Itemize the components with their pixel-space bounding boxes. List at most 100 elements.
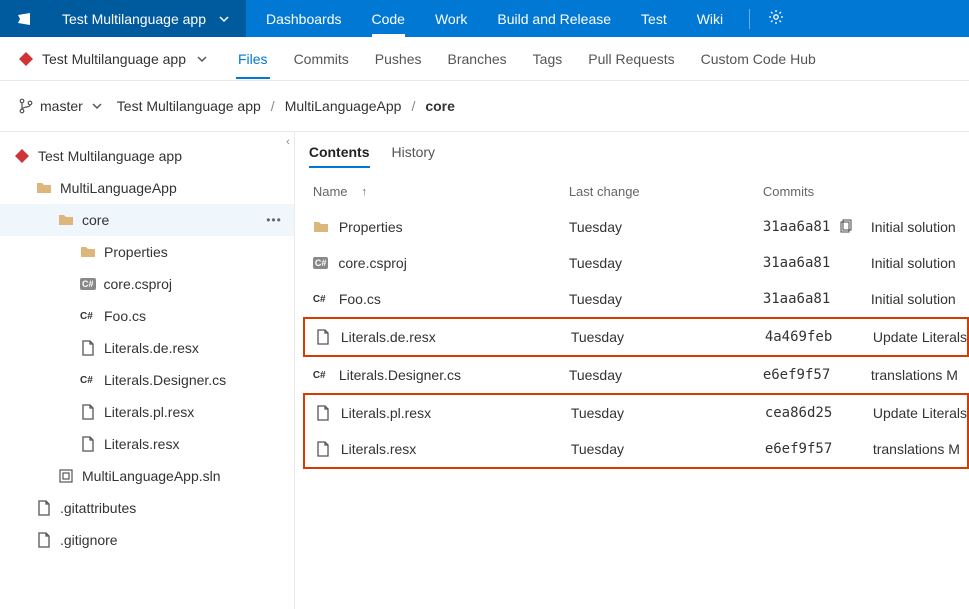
diamond-icon xyxy=(14,148,30,164)
file-icon xyxy=(315,329,331,345)
tree-item[interactable]: Literals.de.resx xyxy=(0,332,294,364)
table-row[interactable]: Literals.pl.resxTuesdaycea86d25Update Li… xyxy=(309,395,967,431)
chevron-down-icon xyxy=(216,11,232,27)
tree-item[interactable]: core ••• xyxy=(0,204,294,236)
file-name: core.csproj xyxy=(338,255,406,271)
branch-picker[interactable]: master xyxy=(18,98,105,114)
tree-item-label: core.csproj xyxy=(104,276,172,292)
column-header-commits[interactable]: Commits xyxy=(763,184,871,199)
commit-hash[interactable]: e6ef9f57 xyxy=(763,367,830,383)
file-icon xyxy=(80,404,96,420)
tree-item[interactable]: MultiLanguageApp.sln xyxy=(0,460,294,492)
csharp-icon: C# xyxy=(313,370,329,381)
file-icon xyxy=(80,340,96,356)
breadcrumb-separator: / xyxy=(269,98,277,114)
commit-hash[interactable]: 31aa6a81 xyxy=(763,219,830,235)
commit-hash[interactable]: 4a469feb xyxy=(765,329,832,345)
top-divider xyxy=(749,9,750,29)
file-name: Properties xyxy=(339,219,403,235)
column-header-change[interactable]: Last change xyxy=(569,184,763,199)
solution-icon xyxy=(58,468,74,484)
copy-icon[interactable] xyxy=(838,219,854,235)
table-row[interactable]: C#Foo.csTuesday31aa6a81Initial solution xyxy=(307,281,969,317)
tree-item[interactable]: Test Multilanguage app xyxy=(0,140,294,172)
top-tab-wiki[interactable]: Wiki xyxy=(697,0,723,37)
last-change: Tuesday xyxy=(569,255,763,271)
table-row[interactable]: C#core.csprojTuesday31aa6a81Initial solu… xyxy=(307,245,969,281)
code-sub-nav: Test Multilanguage app Files Commits Pushe… xyxy=(0,37,969,81)
commit-hash[interactable]: 31aa6a81 xyxy=(763,255,830,271)
top-tab-test[interactable]: Test xyxy=(641,0,667,37)
sub-tab-files[interactable]: Files xyxy=(236,39,270,79)
table-row[interactable]: C#Literals.Designer.csTuesdaye6ef9f57tra… xyxy=(307,357,969,393)
file-icon xyxy=(80,436,96,452)
content-tab-history[interactable]: History xyxy=(392,144,436,168)
tree-item[interactable]: C#Foo.cs xyxy=(0,300,294,332)
folder-icon xyxy=(80,244,96,260)
commit-hash[interactable]: 31aa6a81 xyxy=(763,291,830,307)
column-header-name[interactable]: Name↑ xyxy=(313,184,569,199)
top-tab-work[interactable]: Work xyxy=(435,0,467,37)
project-switcher[interactable]: Test Multilanguage app xyxy=(48,0,246,37)
file-icon xyxy=(315,441,331,457)
csharp-icon: C# xyxy=(80,375,96,386)
project-dropdown[interactable]: Test Multilanguage app xyxy=(18,51,210,67)
file-icon xyxy=(36,532,52,548)
tree-item[interactable]: .gitattributes xyxy=(0,492,294,524)
file-name: Literals.pl.resx xyxy=(341,405,431,421)
tree-item-label: MultiLanguageApp.sln xyxy=(82,468,221,484)
folder-icon xyxy=(313,219,329,235)
branch-name: master xyxy=(40,98,83,114)
commit-hash[interactable]: cea86d25 xyxy=(765,405,832,421)
last-change: Tuesday xyxy=(569,367,763,383)
tree-item-label: Properties xyxy=(104,244,168,260)
commit-message: Initial solution xyxy=(871,219,969,235)
sub-tab-branches[interactable]: Branches xyxy=(446,39,509,79)
breadcrumb-item[interactable]: MultiLanguageApp xyxy=(285,98,402,114)
breadcrumb-separator: / xyxy=(409,98,417,114)
sub-tab-pushes[interactable]: Pushes xyxy=(373,39,424,79)
tree-item-label: Literals.Designer.cs xyxy=(104,372,226,388)
csproj-icon: C# xyxy=(80,278,96,290)
project-name-sub: Test Multilanguage app xyxy=(42,51,186,67)
tree-item[interactable]: .gitignore xyxy=(0,524,294,556)
last-change: Tuesday xyxy=(569,291,763,307)
file-name: Literals.de.resx xyxy=(341,329,436,345)
top-tab-build-and-release[interactable]: Build and Release xyxy=(497,0,611,37)
tree-item[interactable]: Properties xyxy=(0,236,294,268)
more-actions-icon[interactable]: ••• xyxy=(266,213,282,227)
breadcrumb-item[interactable]: Test Multilanguage app xyxy=(117,98,261,114)
sort-asc-icon: ↑ xyxy=(362,186,368,198)
sub-tab-tags[interactable]: Tags xyxy=(531,39,565,79)
tree-item-label: .gitignore xyxy=(60,532,118,548)
top-tab-dashboards[interactable]: Dashboards xyxy=(266,0,342,37)
table-row[interactable]: Literals.de.resxTuesday4a469febUpdate Li… xyxy=(309,319,967,355)
tree-item[interactable]: C# Literals.Designer.cs xyxy=(0,364,294,396)
highlighted-group: Literals.de.resxTuesday4a469febUpdate Li… xyxy=(303,317,969,357)
sub-tab-pull-requests[interactable]: Pull Requests xyxy=(586,39,676,79)
tree-item[interactable]: Literals.resx xyxy=(0,428,294,460)
chevron-down-icon xyxy=(194,51,210,67)
sub-tab-commits[interactable]: Commits xyxy=(292,39,351,79)
table-row[interactable]: PropertiesTuesday31aa6a81Initial solutio… xyxy=(307,209,969,245)
table-header: Name↑ Last change Commits xyxy=(307,174,969,209)
file-icon xyxy=(36,500,52,516)
collapse-sidebar-handle[interactable]: ‹ xyxy=(286,136,290,148)
tree-item-label: core xyxy=(82,212,109,228)
last-change: Tuesday xyxy=(571,441,765,457)
tree-item[interactable]: MultiLanguageApp xyxy=(0,172,294,204)
content-tab-contents[interactable]: Contents xyxy=(309,144,370,168)
tree-item[interactable]: Literals.pl.resx xyxy=(0,396,294,428)
folder-icon xyxy=(36,180,52,196)
sub-tab-custom-code-hub[interactable]: Custom Code Hub xyxy=(699,39,818,79)
tree-item[interactable]: C# core.csproj xyxy=(0,268,294,300)
commit-hash[interactable]: e6ef9f57 xyxy=(765,441,832,457)
table-row[interactable]: Literals.resxTuesdaye6ef9f57translations… xyxy=(309,431,967,467)
top-nav-bar: Test Multilanguage app Dashboards Code Wor… xyxy=(0,0,969,37)
top-tab-code[interactable]: Code xyxy=(372,0,405,37)
settings-button[interactable] xyxy=(756,9,796,28)
file-name: Foo.cs xyxy=(339,291,381,307)
highlighted-group: Literals.pl.resxTuesdaycea86d25Update Li… xyxy=(303,393,969,469)
vsts-logo[interactable] xyxy=(0,0,48,37)
file-tree-sidebar: ‹ Test Multilanguage appMultiLanguageApp… xyxy=(0,132,295,609)
